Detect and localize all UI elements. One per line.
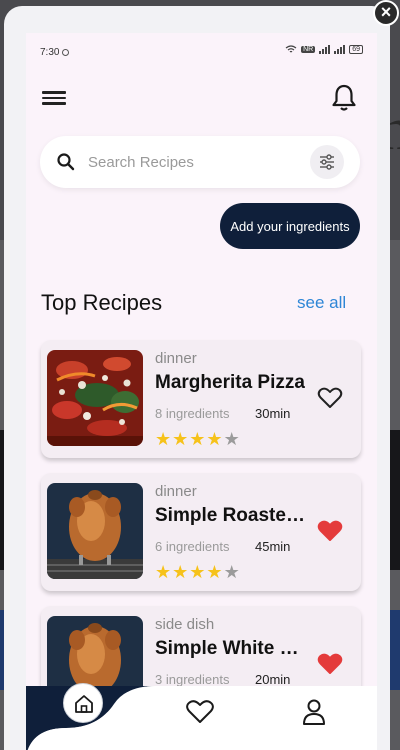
star-empty-icon: ★ bbox=[223, 562, 240, 582]
favorite-heart-icon[interactable] bbox=[317, 519, 343, 543]
add-ingredients-button[interactable]: Add your ingredients bbox=[220, 203, 360, 249]
close-icon[interactable]: × bbox=[373, 0, 399, 26]
favorite-heart-icon[interactable] bbox=[317, 652, 343, 676]
profile-icon bbox=[303, 699, 325, 725]
see-all-link[interactable]: see all bbox=[297, 293, 346, 313]
favorite-heart-icon[interactable] bbox=[317, 386, 343, 410]
recipe-ingredients-count: 8 ingredients bbox=[155, 406, 230, 421]
status-bar: 7:30 NR 69 bbox=[26, 33, 377, 69]
recipe-category: side dish bbox=[155, 616, 215, 633]
search-icon bbox=[57, 153, 75, 171]
search-bar bbox=[40, 136, 360, 188]
status-dot-icon bbox=[62, 49, 70, 56]
nav-home-button[interactable] bbox=[63, 683, 103, 723]
search-input[interactable] bbox=[88, 150, 298, 174]
section-title: Top Recipes bbox=[41, 290, 163, 315]
recipe-category: dinner bbox=[155, 483, 197, 500]
recipe-ingredients-count: 3 ingredients bbox=[155, 672, 230, 687]
recipe-time: 45min bbox=[255, 539, 291, 554]
roast-chicken-photo bbox=[47, 483, 143, 579]
wifi-icon bbox=[285, 45, 297, 53]
home-icon bbox=[75, 695, 93, 713]
recipe-time: 30min bbox=[255, 406, 291, 421]
star-filled-icon: ★ bbox=[189, 429, 206, 449]
nav-profile-button[interactable] bbox=[294, 692, 334, 732]
bottom-navigation bbox=[26, 683, 377, 750]
preview-modal: 7:30 NR 69 Search Recipes Add your ingre… bbox=[4, 6, 390, 750]
recipe-name: Margherita Pizza bbox=[155, 372, 305, 393]
recipe-name: Simple White Rice bbox=[155, 638, 305, 659]
menu-line bbox=[42, 102, 66, 105]
recipe-card[interactable]: dinner Simple Roasted Chicken 6 ingredie… bbox=[41, 473, 361, 591]
menu-line bbox=[42, 96, 66, 99]
signal-icon bbox=[319, 45, 331, 54]
notification-bell-icon[interactable] bbox=[330, 83, 358, 113]
star-filled-icon: ★ bbox=[155, 429, 172, 449]
recipe-name: Simple Roasted Chicken bbox=[155, 505, 305, 526]
star-filled-icon: ★ bbox=[172, 562, 189, 582]
recipe-app-screen: 7:30 NR 69 Search Recipes Add your ingre… bbox=[26, 33, 377, 750]
filter-sliders-icon bbox=[320, 154, 334, 170]
network-tag: NR bbox=[301, 46, 316, 53]
status-time: 7:30 bbox=[40, 47, 70, 58]
recipe-card[interactable]: dinner Margherita Pizza 8 ingredients 30… bbox=[41, 340, 361, 458]
status-time-text: 7:30 bbox=[40, 47, 60, 58]
rating-stars: ★★★★★ bbox=[155, 563, 240, 581]
star-filled-icon: ★ bbox=[206, 562, 223, 582]
rating-stars: ★★★★★ bbox=[155, 430, 240, 448]
pizza-photo bbox=[47, 350, 143, 446]
menu-line bbox=[42, 91, 66, 94]
recipe-time: 20min bbox=[255, 672, 291, 687]
battery-icon: 69 bbox=[349, 45, 363, 54]
star-filled-icon: ★ bbox=[206, 429, 223, 449]
heart-icon bbox=[186, 700, 214, 723]
filter-button[interactable] bbox=[310, 145, 344, 179]
recipe-category: dinner bbox=[155, 350, 197, 367]
star-filled-icon: ★ bbox=[172, 429, 189, 449]
menu-button[interactable] bbox=[42, 88, 66, 108]
star-filled-icon: ★ bbox=[155, 562, 172, 582]
signal-icon-2 bbox=[334, 45, 346, 54]
star-empty-icon: ★ bbox=[223, 429, 240, 449]
status-icons: NR 69 bbox=[285, 45, 363, 54]
nav-favorites-button[interactable] bbox=[180, 692, 220, 732]
star-filled-icon: ★ bbox=[189, 562, 206, 582]
recipe-ingredients-count: 6 ingredients bbox=[155, 539, 230, 554]
